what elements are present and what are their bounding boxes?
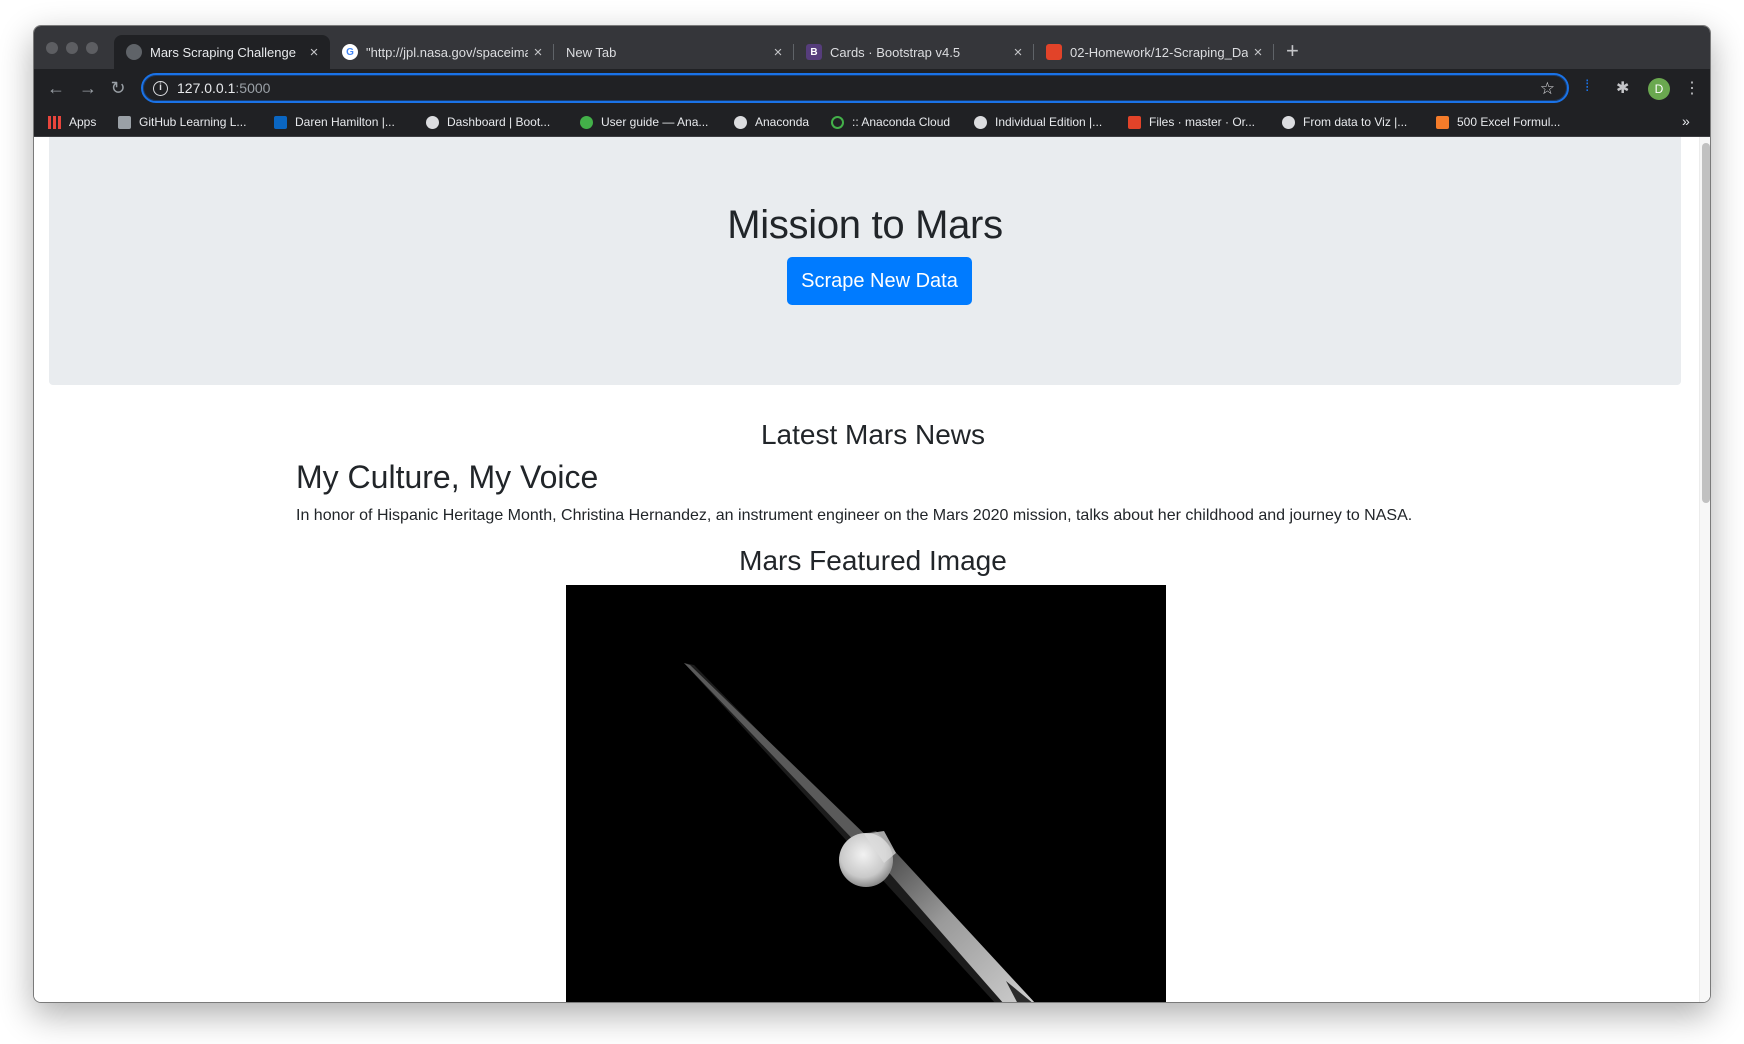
ring-thin-shape	[684, 663, 878, 853]
featured-image	[566, 585, 1166, 1002]
globe-icon	[1282, 115, 1295, 129]
excel-formulas-icon	[1436, 115, 1449, 129]
bookmark-anaconda[interactable]: Anaconda	[734, 115, 809, 129]
bookmark-individual-edition[interactable]: Individual Edition |...	[974, 115, 1102, 129]
linkedin-icon	[274, 115, 287, 129]
bookmark-label: GitHub Learning L...	[139, 115, 247, 129]
gitlab-icon	[1046, 44, 1062, 60]
menu-kebab-icon[interactable]: ⋮	[1684, 78, 1700, 98]
bookmark-dashboard[interactable]: Dashboard | Boot...	[426, 115, 550, 129]
bookmark-daren-hamilton[interactable]: Daren Hamilton |...	[274, 115, 395, 129]
page-title: Mission to Mars	[727, 203, 1003, 247]
tab-title: Mars Scraping Challenge	[150, 44, 296, 60]
close-icon[interactable]: ×	[304, 44, 324, 61]
bootstrap-icon: B	[806, 44, 822, 60]
maximize-window-button[interactable]	[86, 42, 98, 54]
jumbotron: Mission to Mars Scrape New Data	[49, 137, 1681, 385]
browser-toolbar: ← → ↻ i 127.0.0.1:5000 ☆ ⁞ ✱ D ⋮	[34, 69, 1710, 109]
bookmark-anaconda-cloud[interactable]: :: Anaconda Cloud	[831, 115, 950, 129]
bookmark-user-guide[interactable]: User guide — Ana...	[580, 115, 708, 129]
extension-icon[interactable]: ⁞	[1585, 78, 1589, 96]
apps-grid-icon	[48, 115, 61, 129]
close-window-button[interactable]	[46, 42, 58, 54]
bookmarks-overflow-chevron-icon[interactable]: »	[1682, 113, 1690, 129]
close-icon[interactable]: ×	[528, 44, 548, 61]
browser-chrome: Mars Scraping Challenge × G "http://jpl.…	[34, 26, 1710, 137]
scrape-new-data-button[interactable]: Scrape New Data	[787, 257, 972, 305]
globe-icon	[126, 44, 142, 60]
news-title: My Culture, My Voice	[296, 459, 599, 495]
page-scrollbar[interactable]	[1699, 137, 1710, 1002]
site-info-icon[interactable]: i	[153, 80, 168, 96]
globe-icon	[426, 115, 439, 129]
anaconda-cloud-icon	[831, 115, 844, 129]
browser-window: Mars Scraping Challenge × G "http://jpl.…	[33, 25, 1711, 1003]
window-controls	[46, 42, 98, 54]
forward-arrow-icon[interactable]: →	[76, 77, 100, 99]
close-icon[interactable]: ×	[768, 44, 788, 61]
back-arrow-icon[interactable]: ←	[44, 77, 68, 99]
latest-news-heading: Latest Mars News	[760, 419, 986, 450]
saturn-rings-moon-image	[684, 663, 1035, 1002]
bookmark-star-icon[interactable]: ☆	[1540, 79, 1555, 99]
extensions-puzzle-icon[interactable]: ✱	[1616, 78, 1629, 98]
bookmark-label: Files · master · Or...	[1149, 115, 1256, 129]
bookmark-label: 500 Excel Formul...	[1457, 115, 1561, 129]
tab-gitlab-homework[interactable]: 02-Homework/12-Scraping_Da ×	[1034, 35, 1274, 69]
tab-new-tab[interactable]: New Tab ×	[554, 35, 794, 69]
bookmark-label: Individual Edition |...	[995, 115, 1103, 129]
bookmark-github-learning[interactable]: GitHub Learning L...	[118, 115, 246, 129]
tab-bootstrap-cards[interactable]: B Cards · Bootstrap v4.5 ×	[794, 35, 1034, 69]
tab-title: New Tab	[566, 44, 617, 60]
tab-title: 02-Homework/12-Scraping_Da	[1070, 44, 1248, 60]
url-port: :5000	[235, 80, 271, 96]
bookmark-label: Anaconda	[755, 115, 810, 129]
bookmark-data-to-viz[interactable]: From data to Viz |...	[1282, 115, 1407, 129]
tab-separator	[1273, 44, 1274, 60]
tab-title: Cards · Bootstrap v4.5	[830, 44, 961, 60]
url-host: 127.0.0.1	[177, 80, 236, 96]
globe-icon	[734, 115, 747, 129]
bookmark-files-master[interactable]: Files · master · Or...	[1128, 115, 1255, 129]
new-tab-button[interactable]: +	[1286, 40, 1299, 62]
google-icon: G	[342, 44, 358, 60]
news-paragraph: In honor of Hispanic Heritage Month, Chr…	[296, 507, 1413, 524]
featured-image-heading: Mars Featured Image	[739, 545, 1007, 576]
anaconda-icon	[580, 115, 593, 129]
bookmark-apps[interactable]: Apps	[48, 115, 96, 129]
gitlab-icon	[1128, 115, 1141, 129]
minimize-window-button[interactable]	[66, 42, 78, 54]
page-content: Mission to Mars Scrape New Data Latest M…	[34, 137, 1710, 1002]
bookmark-label: Daren Hamilton |...	[295, 115, 395, 129]
bookmark-label: Apps	[69, 115, 97, 129]
scrollbar-thumb[interactable]	[1702, 143, 1710, 503]
github-learning-icon	[118, 115, 131, 129]
globe-icon	[974, 115, 987, 129]
address-bar[interactable]: i 127.0.0.1:5000 ☆	[141, 73, 1569, 103]
bookmark-label: User guide — Ana...	[601, 115, 709, 129]
tab-jpl-search[interactable]: G "http://jpl.nasa.gov/spaceimag ×	[330, 35, 554, 69]
bookmark-label: Dashboard | Boot...	[447, 115, 551, 129]
tab-strip: Mars Scraping Challenge × G "http://jpl.…	[114, 35, 1704, 69]
bookmark-label: From data to Viz |...	[1303, 115, 1408, 129]
bookmark-label: :: Anaconda Cloud	[852, 115, 951, 129]
tab-title: "http://jpl.nasa.gov/spaceimag	[366, 44, 528, 60]
close-icon[interactable]: ×	[1008, 44, 1028, 61]
reload-icon[interactable]: ↻	[106, 77, 130, 99]
bookmarks-bar: Apps GitHub Learning L... Daren Hamilton…	[34, 109, 1710, 137]
tab-mars-scraping[interactable]: Mars Scraping Challenge ×	[114, 35, 330, 69]
bookmark-excel-formulas[interactable]: 500 Excel Formul...	[1436, 115, 1560, 129]
close-icon[interactable]: ×	[1248, 44, 1268, 61]
profile-avatar[interactable]: D	[1648, 78, 1670, 100]
